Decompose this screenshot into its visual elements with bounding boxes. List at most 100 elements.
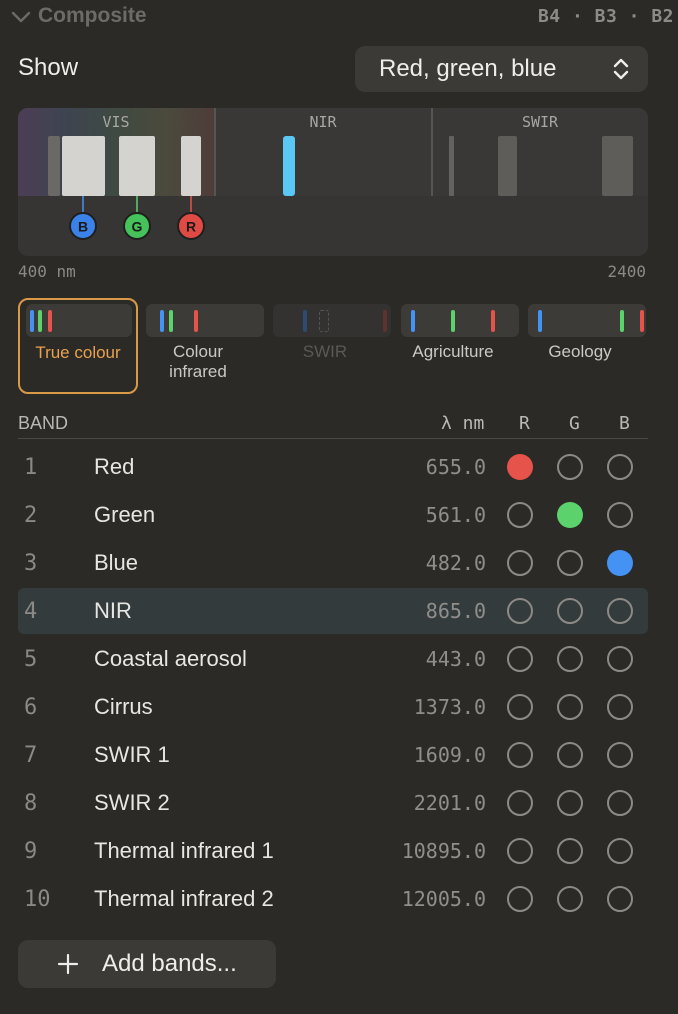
g-channel-radio[interactable] [557,838,583,864]
chevron-down-icon[interactable] [10,8,32,26]
band-wavelength: 1373.0 [413,695,486,719]
band-wavelength: 482.0 [425,551,486,575]
blue-channel-marker[interactable]: B [69,212,97,240]
band-wavelength: 10895.0 [401,839,486,863]
g-channel-radio[interactable] [557,550,583,576]
band-block-blue[interactable] [62,136,105,196]
g-channel-radio[interactable] [557,502,583,528]
svg-text:G: G [132,219,143,235]
r-channel-radio[interactable] [507,550,533,576]
g-channel-radio[interactable] [557,646,583,672]
region-label-nir: NIR [309,113,337,131]
band-name: Red [94,454,135,479]
g-channel-radio[interactable] [557,694,583,720]
band-wavelength: 2201.0 [413,791,486,815]
column-header-r: R [519,413,530,434]
g-channel-radio[interactable] [557,742,583,768]
b-channel-radio[interactable] [607,454,633,480]
preset-thumbnail [146,304,264,337]
preset-label: True colour [35,343,121,362]
preset-label: SWIR [302,342,348,361]
band-row[interactable]: 5 Coastal aerosol 443.0 [18,636,648,682]
preset-colour-infrared[interactable]: Colour infrared [138,298,264,394]
band-block-swir2[interactable] [602,136,633,196]
r-channel-radio[interactable] [507,886,533,912]
preset-thumbnail [26,304,132,337]
band-block-coastal[interactable] [48,136,60,196]
band-block-swir1[interactable] [498,136,517,196]
r-channel-radio[interactable] [507,646,533,672]
band-number: 7 [24,743,38,768]
band-row[interactable]: 1 Red 655.0 [18,444,648,490]
band-row[interactable]: 3 Blue 482.0 [18,540,648,586]
r-channel-radio[interactable] [507,838,533,864]
spectrum-min-label: 400 nm [18,262,76,281]
band-name: Thermal infrared 1 [94,838,274,863]
band-number: 8 [24,791,38,816]
preset-agriculture[interactable]: Agriculture [393,298,519,394]
spectrum-strip: VIS NIR SWIR B G R [18,108,648,256]
r-channel-radio[interactable] [507,598,533,624]
band-row[interactable]: 9 Thermal infrared 1 10895.0 [18,828,648,874]
svg-text:R: R [186,219,196,235]
preset-label: Colour infrared [169,342,227,381]
preset-thumbnail [528,304,646,337]
b-channel-radio[interactable] [607,886,633,912]
band-wavelength: 443.0 [425,647,486,671]
band-block-green[interactable] [119,136,155,196]
band-row[interactable]: 4 NIR 865.0 [18,588,648,634]
band-table-header: BAND λ nm R G B [18,408,648,439]
preset-label: Geology [548,342,612,361]
column-header-b: B [619,413,630,434]
band-row[interactable]: 2 Green 561.0 [18,492,648,538]
section-title: Composite [38,4,147,27]
region-label-swir: SWIR [522,113,559,131]
b-channel-radio[interactable] [607,742,633,768]
r-channel-radio[interactable] [507,454,533,480]
b-channel-radio[interactable] [607,694,633,720]
g-channel-radio[interactable] [557,886,583,912]
b-channel-radio[interactable] [607,550,633,576]
composite-header[interactable]: Composite B4 · B3 · B2 [0,0,678,36]
band-name: SWIR 2 [94,790,170,815]
band-name: Cirrus [94,694,153,719]
red-channel-marker[interactable]: R [177,212,205,240]
band-row[interactable]: 8 SWIR 2 2201.0 [18,780,648,826]
band-block-red[interactable] [181,136,201,196]
b-channel-radio[interactable] [607,646,633,672]
band-row[interactable]: 6 Cirrus 1373.0 [18,684,648,730]
band-number: 6 [24,695,38,720]
r-channel-radio[interactable] [507,694,533,720]
band-name: Green [94,502,156,527]
spectrum-max-label: 2400 [607,262,646,281]
r-channel-radio[interactable] [507,742,533,768]
preset-label: Agriculture [412,342,494,361]
b-channel-radio[interactable] [607,598,633,624]
band-number: 2 [24,503,38,528]
r-channel-radio[interactable] [507,502,533,528]
add-bands-button[interactable]: Add bands... [18,940,276,988]
band-block-cirrus[interactable] [449,136,454,196]
composite-select[interactable]: Red, green, blue [355,46,648,92]
band-number: 5 [24,647,38,672]
composite-select-value: Red, green, blue [379,55,557,82]
green-channel-marker[interactable]: G [123,212,151,240]
b-channel-radio[interactable] [607,502,633,528]
preset-geology[interactable]: Geology [520,298,646,394]
add-bands-label: Add bands... [102,950,237,977]
band-row[interactable]: 7 SWIR 1 1609.0 [18,732,648,778]
r-channel-radio[interactable] [507,790,533,816]
b-channel-radio[interactable] [607,838,633,864]
g-channel-radio[interactable] [557,790,583,816]
band-name: Blue [94,550,139,575]
region-label-vis: VIS [102,113,129,131]
preset-true-colour[interactable]: True colour [18,298,138,394]
g-channel-radio[interactable] [557,598,583,624]
g-channel-radio[interactable] [557,454,583,480]
band-block-nir[interactable] [283,136,295,196]
band-number: 9 [24,839,38,864]
band-name: Coastal aerosol [94,646,247,671]
band-row[interactable]: 10 Thermal infrared 2 12005.0 [18,876,648,922]
b-channel-radio[interactable] [607,790,633,816]
preset-swir[interactable]: SWIR [265,298,391,394]
